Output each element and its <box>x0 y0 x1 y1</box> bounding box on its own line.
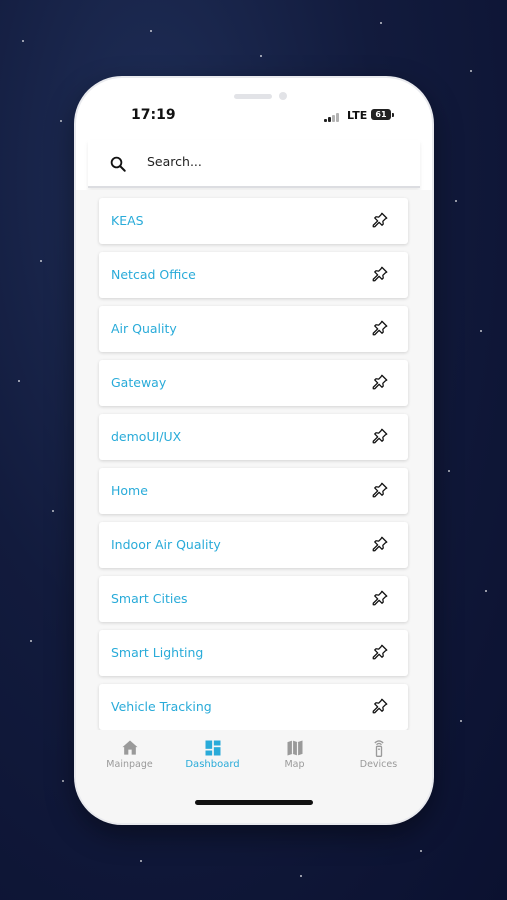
pin-icon[interactable] <box>371 265 389 283</box>
list-item-label: Home <box>111 483 148 498</box>
tab-dashboard-label: Dashboard <box>185 759 240 770</box>
battery-icon: 61 <box>371 109 391 120</box>
tab-devices[interactable]: Devices <box>334 730 423 780</box>
dashboard-list: KEAS Netcad Office Air Quality Gateway demoU… <box>76 190 432 730</box>
pin-icon[interactable] <box>371 427 389 445</box>
list-item[interactable]: demoUI/UX <box>99 414 408 460</box>
list-item[interactable]: Netcad Office <box>99 252 408 298</box>
bottom-tab-bar: Mainpage Dashboard Map Devices <box>76 730 432 823</box>
list-item-label: Smart Cities <box>111 591 188 606</box>
list-item-label: Netcad Office <box>111 267 196 282</box>
pin-icon[interactable] <box>371 211 389 229</box>
pin-icon[interactable] <box>371 697 389 715</box>
tab-map-label: Map <box>284 759 305 770</box>
front-camera <box>279 92 287 100</box>
search-icon[interactable] <box>109 155 127 173</box>
network-label: LTE <box>347 109 368 122</box>
tab-mainpage[interactable]: Mainpage <box>85 730 174 780</box>
list-item-label: Indoor Air Quality <box>111 537 221 552</box>
list-item[interactable]: Indoor Air Quality <box>99 522 408 568</box>
list-item[interactable]: Smart Lighting <box>99 630 408 676</box>
list-item[interactable]: KEAS <box>99 198 408 244</box>
status-bar: 17:19 LTE 61 <box>76 105 432 127</box>
device-icon <box>373 740 384 757</box>
list-item[interactable]: Gateway <box>99 360 408 406</box>
list-item-label: Smart Lighting <box>111 645 204 660</box>
battery-tip <box>392 113 394 117</box>
tab-mainpage-label: Mainpage <box>106 759 153 770</box>
home-indicator <box>195 800 313 805</box>
pin-icon[interactable] <box>371 319 389 337</box>
dashboard-icon <box>205 740 220 756</box>
speaker-grille <box>234 94 272 99</box>
pin-icon[interactable] <box>371 535 389 553</box>
list-item-label: Vehicle Tracking <box>111 699 212 714</box>
signal-icon <box>324 112 342 122</box>
list-item[interactable]: Smart Cities <box>99 576 408 622</box>
pin-icon[interactable] <box>371 373 389 391</box>
search-bar <box>88 140 420 188</box>
pin-icon[interactable] <box>371 643 389 661</box>
tab-devices-label: Devices <box>359 759 398 770</box>
home-icon <box>122 740 137 755</box>
list-item[interactable]: Vehicle Tracking <box>99 684 408 730</box>
map-icon <box>287 740 302 756</box>
search-input[interactable] <box>145 153 389 170</box>
tab-map[interactable]: Map <box>250 730 339 780</box>
status-time: 17:19 <box>131 107 176 123</box>
list-item-label: Air Quality <box>111 321 177 336</box>
phone-frame: 17:19 LTE 61 KEAS Netcad Office Air Qualit… <box>76 78 432 823</box>
pin-icon[interactable] <box>371 481 389 499</box>
list-item-label: Gateway <box>111 375 167 390</box>
tab-dashboard[interactable]: Dashboard <box>168 730 257 780</box>
list-item[interactable]: Air Quality <box>99 306 408 352</box>
list-item[interactable]: Home <box>99 468 408 514</box>
list-item-label: KEAS <box>111 213 144 228</box>
pin-icon[interactable] <box>371 589 389 607</box>
list-item-label: demoUI/UX <box>111 429 182 444</box>
